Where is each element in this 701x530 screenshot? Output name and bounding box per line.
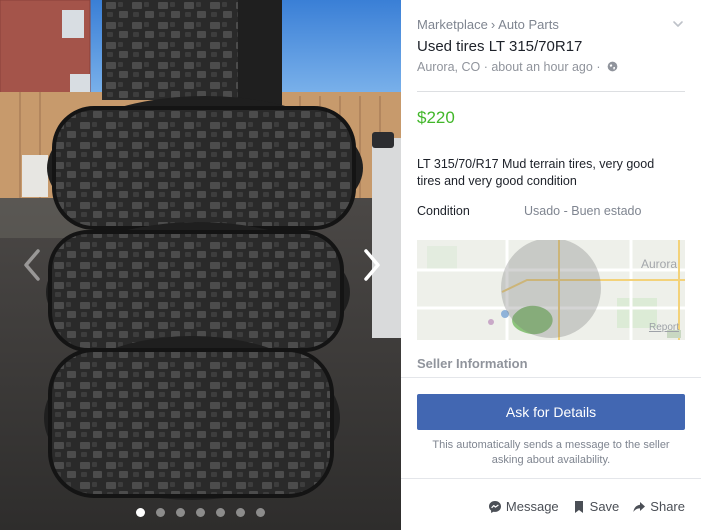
listing-posted-time: about an hour ago (491, 60, 593, 74)
map-city-label: Aurora (640, 257, 677, 271)
listing-description: LT 315/70/R17 Mud terrain tires, very go… (417, 157, 655, 188)
save-label: Save (589, 499, 620, 514)
photo-dot[interactable] (236, 508, 245, 517)
breadcrumb: Marketplace › Auto Parts (417, 17, 559, 32)
seller-information-heading: Seller Information (417, 356, 528, 371)
save-button[interactable]: Save (572, 499, 620, 514)
photo-dot[interactable] (156, 508, 165, 517)
breadcrumb-marketplace[interactable]: Marketplace (417, 17, 488, 32)
ask-for-details-button[interactable]: Ask for Details (417, 394, 685, 430)
message-button[interactable]: Message (488, 499, 559, 514)
listing-price: $220 (417, 108, 455, 127)
photo-dot[interactable] (216, 508, 225, 517)
condition-label: Condition (417, 204, 470, 218)
bookmark-icon (574, 500, 583, 513)
breadcrumb-auto-parts[interactable]: Auto Parts (498, 17, 559, 32)
chevron-left-icon (24, 249, 40, 281)
auto-message-note: This automatically sends a message to th… (432, 439, 670, 466)
globe-icon (607, 61, 618, 72)
section-divider (417, 91, 685, 92)
next-photo-button[interactable] (358, 245, 386, 285)
messenger-icon (488, 500, 501, 513)
listing-actions: Message Save Share (488, 499, 685, 514)
tire-stack-image (0, 0, 401, 530)
photo-dot[interactable] (196, 508, 205, 517)
section-divider (401, 478, 701, 479)
share-button[interactable]: Share (632, 499, 685, 514)
photo-pager (0, 508, 401, 517)
collapse-button[interactable] (671, 17, 685, 31)
section-divider (401, 377, 701, 378)
photo-dot[interactable] (176, 508, 185, 517)
photo-dot[interactable] (256, 508, 265, 517)
meta-separator: · (483, 60, 488, 74)
map-report-link[interactable]: Report (649, 322, 679, 333)
chevron-down-icon (673, 21, 683, 27)
previous-photo-button[interactable] (18, 245, 46, 285)
breadcrumb-separator: › (490, 17, 496, 32)
map-graphic (417, 240, 685, 340)
listing-details-panel: Marketplace › Auto Parts Used tires LT 315… (401, 0, 701, 530)
share-label: Share (650, 499, 685, 514)
listing-location[interactable]: Aurora, CO (417, 60, 480, 74)
listing-meta: Aurora, CO · about an hour ago · (417, 60, 618, 74)
meta-separator: · (596, 60, 601, 74)
location-map[interactable]: Aurora Report (417, 240, 685, 340)
chevron-right-icon (364, 249, 380, 281)
share-arrow-icon (633, 501, 646, 512)
message-label: Message (505, 499, 559, 514)
listing-photo[interactable] (0, 0, 401, 530)
photo-dot[interactable] (136, 508, 145, 517)
condition-value: Usado - Buen estado (524, 204, 642, 218)
listing-title: Used tires LT 315/70R17 (417, 38, 583, 55)
